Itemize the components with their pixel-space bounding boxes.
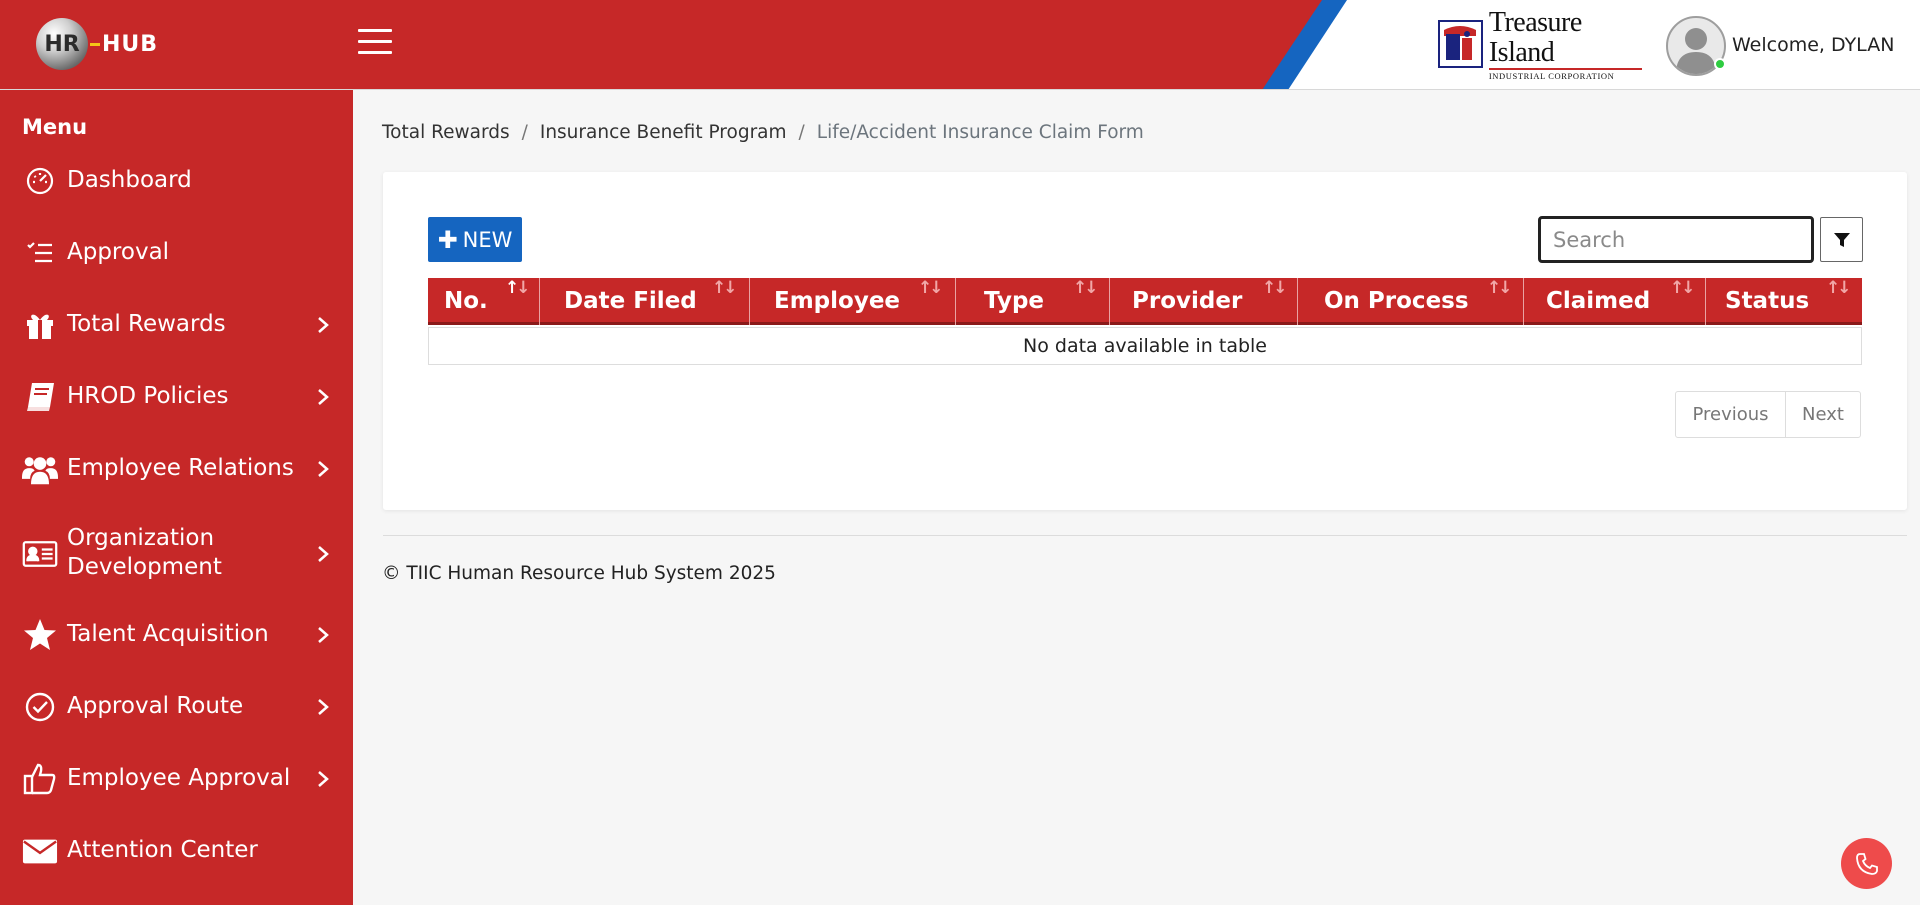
sort-icon: ↑↓ bbox=[712, 278, 738, 298]
claims-table-card: ✚ NEW No. ↑↓ Date Filed ↑↓ Employee ↑↓ T… bbox=[383, 172, 1907, 510]
sidebar-item-hrod-policies[interactable]: HROD Policies bbox=[0, 378, 353, 416]
pagination: Previous Next bbox=[1675, 391, 1861, 438]
envelope-icon bbox=[22, 833, 58, 869]
check-circle-icon bbox=[22, 689, 58, 725]
company-subtitle: INDUSTRIAL CORPORATION bbox=[1488, 67, 1642, 81]
column-header-status[interactable]: Status ↑↓ bbox=[1706, 278, 1862, 325]
thumbs-up-icon bbox=[22, 761, 58, 797]
sidebar-item-label: Employee Approval bbox=[67, 765, 291, 791]
sort-icon: ↑↓ bbox=[1073, 278, 1099, 298]
plus-icon: ✚ bbox=[437, 225, 458, 254]
next-page-button[interactable]: Next bbox=[1786, 392, 1860, 437]
chevron-right-icon bbox=[318, 771, 329, 787]
star-icon bbox=[22, 617, 58, 653]
sidebar-item-label: Approval Route bbox=[67, 693, 244, 719]
online-status-dot bbox=[1714, 58, 1726, 70]
sidebar-item-label: Employee Relations bbox=[67, 455, 294, 481]
top-navbar: HR HUB Treasure Island INDUSTRIAL CORPOR… bbox=[0, 0, 1920, 90]
column-header-no[interactable]: No. ↑↓ bbox=[428, 278, 540, 325]
table-empty-row: No data available in table bbox=[428, 327, 1862, 365]
sort-icon: ↑↓ bbox=[505, 278, 531, 298]
column-header-date-filed[interactable]: Date Filed ↑↓ bbox=[540, 278, 750, 325]
new-button-label: NEW bbox=[462, 227, 513, 252]
sidebar-item-label: Approval bbox=[67, 239, 170, 265]
column-header-employee[interactable]: Employee ↑↓ bbox=[750, 278, 956, 325]
footer-divider bbox=[383, 535, 1907, 536]
sort-icon: ↑↓ bbox=[1670, 278, 1696, 298]
logo-hub-text: HUB bbox=[102, 31, 159, 57]
column-header-on-process[interactable]: On Process ↑↓ bbox=[1298, 278, 1524, 325]
book-icon bbox=[22, 379, 58, 415]
breadcrumb-separator: / bbox=[798, 122, 805, 143]
chevron-right-icon bbox=[318, 461, 329, 477]
breadcrumb-separator: / bbox=[521, 122, 528, 143]
chevron-right-icon bbox=[318, 389, 329, 405]
sidebar-item-label: HROD Policies bbox=[67, 383, 229, 409]
previous-page-button[interactable]: Previous bbox=[1676, 392, 1786, 437]
navbar-red-band bbox=[0, 0, 1345, 89]
sidebar-item-label: Dashboard bbox=[67, 167, 192, 193]
filter-button[interactable] bbox=[1820, 217, 1863, 262]
hamburger-menu-icon[interactable] bbox=[358, 29, 392, 55]
chevron-right-icon bbox=[318, 317, 329, 333]
phone-icon bbox=[1855, 852, 1878, 875]
sort-icon: ↑↓ bbox=[1826, 278, 1852, 298]
sidebar-item-talent-acquisition[interactable]: Talent Acquisition bbox=[0, 616, 353, 654]
filter-icon bbox=[1833, 232, 1850, 247]
logo-hr-text: HR bbox=[36, 18, 88, 70]
call-support-button[interactable] bbox=[1841, 838, 1892, 889]
hr-hub-logo[interactable]: HR HUB bbox=[36, 18, 158, 70]
sidebar-item-approval[interactable]: Approval bbox=[0, 234, 353, 272]
search-input[interactable] bbox=[1538, 216, 1814, 263]
sidebar-item-label: Total Rewards bbox=[67, 311, 226, 337]
company-name: Treasure Island bbox=[1488, 6, 1582, 68]
sort-icon: ↑↓ bbox=[918, 278, 944, 298]
column-header-provider[interactable]: Provider ↑↓ bbox=[1110, 278, 1298, 325]
logo-dash bbox=[90, 42, 100, 46]
breadcrumb-current-page: Life/Accident Insurance Claim Form bbox=[816, 122, 1144, 143]
menu-title: Menu bbox=[22, 115, 88, 139]
dashboard-gauge-icon bbox=[22, 163, 58, 199]
column-header-claimed[interactable]: Claimed ↑↓ bbox=[1524, 278, 1706, 325]
sidebar-item-total-rewards[interactable]: Total Rewards bbox=[0, 306, 353, 344]
gift-icon bbox=[22, 307, 58, 343]
sort-icon: ↑↓ bbox=[1487, 278, 1513, 298]
empty-table-message: No data available in table bbox=[1023, 335, 1267, 357]
sort-icon: ↑↓ bbox=[1262, 278, 1288, 298]
sidebar-item-organization-development[interactable]: Organization Development bbox=[0, 522, 353, 586]
id-card-icon bbox=[22, 536, 58, 572]
footer-copyright: © TIIC Human Resource Hub System 2025 bbox=[382, 563, 776, 584]
sidebar-item-employee-relations[interactable]: Employee Relations bbox=[0, 450, 353, 488]
chevron-right-icon bbox=[318, 546, 329, 562]
chevron-right-icon bbox=[318, 699, 329, 715]
sidebar-item-approval-route[interactable]: Approval Route bbox=[0, 688, 353, 726]
table-header: No. ↑↓ Date Filed ↑↓ Employee ↑↓ Type ↑↓… bbox=[428, 278, 1862, 325]
breadcrumb: Total Rewards / Insurance Benefit Progra… bbox=[382, 122, 1144, 143]
company-logo: Treasure Island INDUSTRIAL CORPORATION bbox=[1438, 7, 1642, 81]
chevron-right-icon bbox=[318, 627, 329, 643]
welcome-text[interactable]: Welcome, DYLAN bbox=[1732, 34, 1894, 56]
checklist-icon bbox=[22, 235, 58, 271]
column-header-type[interactable]: Type ↑↓ bbox=[956, 278, 1110, 325]
sidebar-item-label: Organization Development bbox=[67, 525, 222, 580]
company-emblem-icon bbox=[1438, 20, 1483, 68]
sidebar-item-label: Attention Center bbox=[67, 837, 258, 863]
sidebar-item-dashboard[interactable]: Dashboard bbox=[0, 162, 353, 200]
sidebar-item-employee-approval[interactable]: Employee Approval bbox=[0, 760, 353, 798]
breadcrumb-total-rewards[interactable]: Total Rewards bbox=[382, 122, 510, 143]
breadcrumb-insurance-benefit-program[interactable]: Insurance Benefit Program bbox=[540, 122, 787, 143]
sidebar-item-label: Talent Acquisition bbox=[67, 621, 269, 647]
sidebar: Menu Dashboard Approval Total Rewards HR… bbox=[0, 90, 353, 905]
sidebar-item-attention-center[interactable]: Attention Center bbox=[0, 832, 353, 870]
users-icon bbox=[22, 451, 58, 487]
new-claim-button[interactable]: ✚ NEW bbox=[428, 217, 522, 262]
